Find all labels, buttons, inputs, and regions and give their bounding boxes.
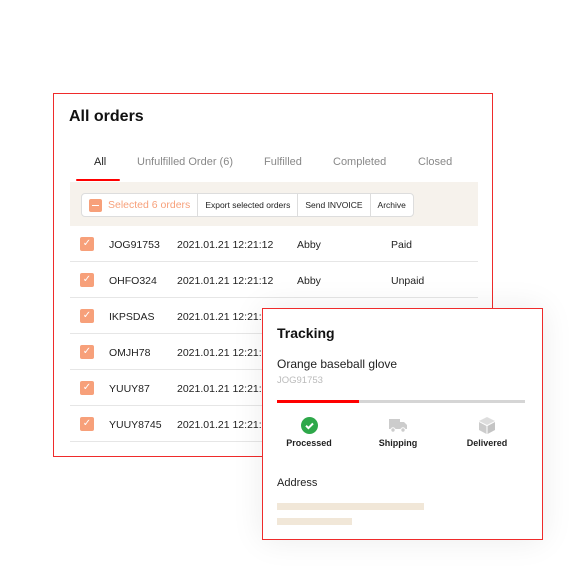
archive-button[interactable]: Archive xyxy=(371,194,413,216)
order-date: 2021.01.21 12:21:12 xyxy=(177,347,274,359)
order-date: 2021.01.21 12:21:12 xyxy=(177,311,274,323)
table-row[interactable]: ✓ OHFO324 2021.01.21 12:21:12 Abby Unpaid xyxy=(70,262,478,298)
order-id: OMJH78 xyxy=(109,347,151,359)
payment-status: Paid xyxy=(391,239,413,251)
address-placeholder-line xyxy=(277,503,424,510)
step-label: Processed xyxy=(286,438,332,448)
row-checkbox[interactable]: ✓ xyxy=(80,345,94,359)
row-checkbox[interactable]: ✓ xyxy=(80,273,94,287)
row-checkbox[interactable]: ✓ xyxy=(80,237,94,251)
table-row[interactable]: ✓ JOG91753 2021.01.21 12:21:12 Abby Paid xyxy=(70,226,478,262)
payment-status: Unpaid xyxy=(391,275,425,287)
tracking-title: Tracking xyxy=(277,325,335,341)
step-processed: Processed xyxy=(274,417,344,448)
active-tab-indicator xyxy=(76,179,120,181)
customer: Abby xyxy=(297,239,321,251)
bulk-action-bar: Selected 6 orders Export selected orders… xyxy=(70,182,478,226)
tab-fulfilled[interactable]: Fulfilled xyxy=(264,156,302,168)
order-date: 2021.01.21 12:21:12 xyxy=(177,239,274,251)
tab-all[interactable]: All xyxy=(94,156,106,168)
order-date: 2021.01.21 12:21:12 xyxy=(177,419,274,431)
order-id: OHFO324 xyxy=(109,275,157,287)
order-date: 2021.01.21 12:21:12 xyxy=(177,275,274,287)
step-shipping: Shipping xyxy=(363,417,433,448)
truck-icon xyxy=(363,417,433,434)
order-id: JOG91753 xyxy=(109,239,160,251)
row-checkbox[interactable]: ✓ xyxy=(80,309,94,323)
order-id: IKPSDAS xyxy=(109,311,155,323)
order-id: YUUY87 xyxy=(109,383,150,395)
row-checkbox[interactable]: ✓ xyxy=(80,381,94,395)
progress-fill xyxy=(277,400,359,403)
step-label: Delivered xyxy=(466,438,508,448)
customer: Abby xyxy=(297,275,321,287)
order-date: 2021.01.21 12:21:12 xyxy=(177,383,274,395)
check-circle-icon xyxy=(274,417,344,434)
progress-bar xyxy=(277,400,525,403)
address-label: Address xyxy=(277,477,318,489)
item-name: Orange baseball glove xyxy=(277,357,398,371)
tab-closed[interactable]: Closed xyxy=(418,156,452,168)
step-label: Shipping xyxy=(378,438,418,448)
minus-checkbox-icon[interactable] xyxy=(89,198,102,212)
deselect-all-button[interactable]: Selected 6 orders xyxy=(82,194,199,216)
address-placeholder-line xyxy=(277,518,352,525)
order-id: YUUY8745 xyxy=(109,419,162,431)
send-invoice-button[interactable]: Send INVOICE xyxy=(298,194,371,216)
export-button[interactable]: Export selected orders xyxy=(198,194,299,216)
selected-count: Selected 6 orders xyxy=(108,199,191,211)
row-checkbox[interactable]: ✓ xyxy=(80,417,94,431)
box-icon xyxy=(452,417,522,434)
order-id: JOG91753 xyxy=(277,375,323,386)
bulk-action-group: Selected 6 orders Export selected orders… xyxy=(81,193,414,217)
tracking-panel: Tracking Orange baseball glove JOG91753 … xyxy=(262,308,543,540)
page-title: All orders xyxy=(69,108,144,125)
tab-unfulfilled[interactable]: Unfulfilled Order (6) xyxy=(137,156,233,168)
tab-completed[interactable]: Completed xyxy=(333,156,386,168)
step-delivered: Delivered xyxy=(452,417,522,448)
